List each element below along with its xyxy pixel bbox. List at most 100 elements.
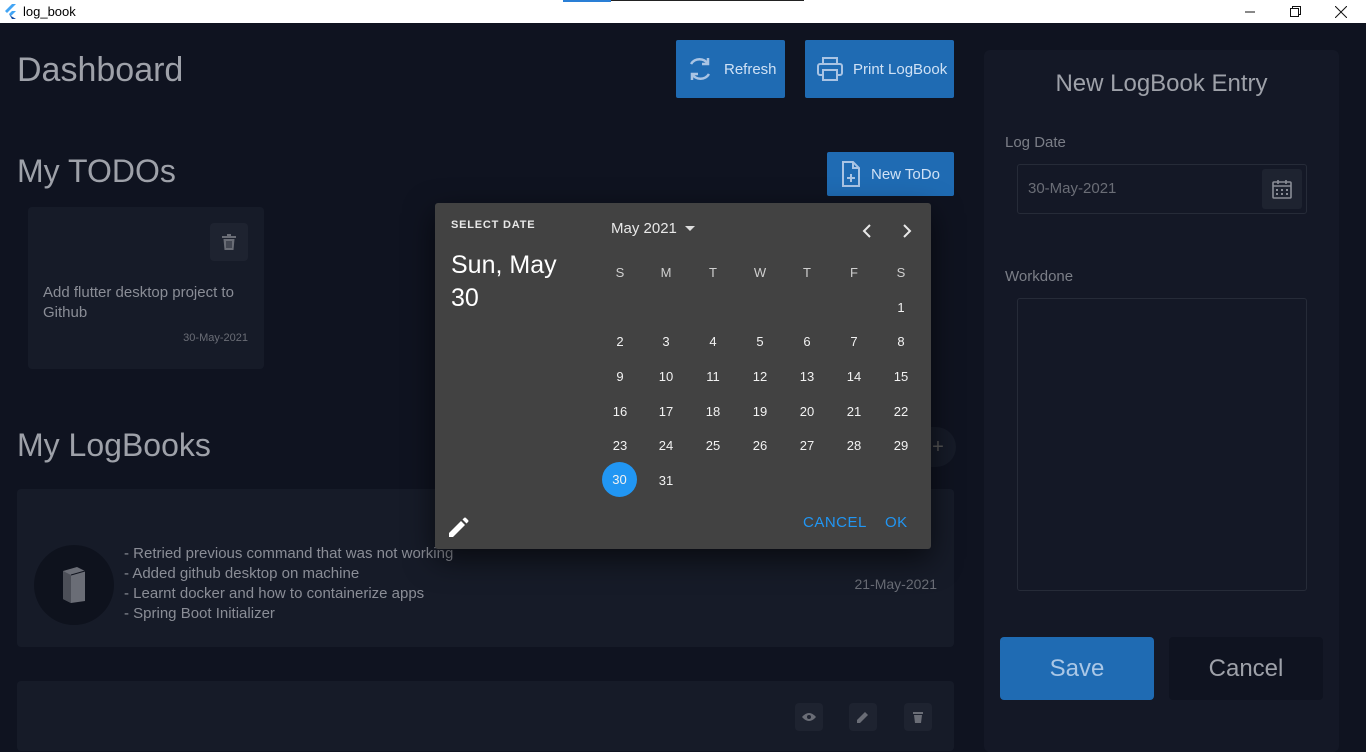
workdone-label: Workdone bbox=[1005, 268, 1074, 285]
date-picker-dialog: SELECT DATE Sun, May 30 May 2021 S M T W T F S… bbox=[435, 203, 931, 549]
calendar-day[interactable]: 18 bbox=[693, 395, 733, 427]
calendar-day[interactable]: 22 bbox=[881, 395, 921, 427]
weekday-header: M bbox=[660, 264, 672, 280]
calendar-day[interactable]: 13 bbox=[787, 360, 827, 392]
open-calendar-button[interactable] bbox=[1262, 169, 1302, 209]
log-date-value: 30-May-2021 bbox=[1028, 180, 1117, 197]
plus-icon: + bbox=[932, 435, 944, 458]
todos-heading: My TODOs bbox=[17, 153, 176, 189]
calendar-day[interactable]: 29 bbox=[881, 429, 921, 461]
calendar-day[interactable]: 16 bbox=[600, 395, 640, 427]
calendar-icon bbox=[1272, 180, 1292, 199]
calendar-day[interactable]: 23 bbox=[600, 429, 640, 461]
calendar-day[interactable]: 4 bbox=[693, 325, 733, 357]
minimize-button[interactable] bbox=[1227, 0, 1273, 23]
selected-date-display: Sun, May 30 bbox=[451, 251, 557, 312]
print-logbook-button[interactable]: Print LogBook bbox=[805, 40, 954, 98]
calendar-day[interactable]: 3 bbox=[646, 325, 686, 357]
book-icon bbox=[63, 567, 86, 603]
calendar-day[interactable]: 28 bbox=[834, 429, 874, 461]
calendar-day[interactable]: 6 bbox=[787, 325, 827, 357]
calendar-day[interactable]: 24 bbox=[646, 429, 686, 461]
save-button[interactable]: Save bbox=[1000, 637, 1154, 700]
window-titlebar: log_book bbox=[0, 0, 1366, 23]
edit-logbook-button[interactable] bbox=[849, 703, 877, 731]
print-logbook-label: Print LogBook bbox=[853, 60, 948, 78]
todo-text: Add flutter desktop project to Github bbox=[43, 284, 234, 321]
calendar-day[interactable]: 19 bbox=[740, 395, 780, 427]
month-year-selector[interactable]: May 2021 bbox=[611, 220, 695, 237]
weekday-header: S bbox=[896, 264, 906, 280]
workdone-input[interactable] bbox=[1017, 298, 1307, 591]
select-date-label: SELECT DATE bbox=[451, 219, 536, 231]
calendar-day[interactable]: 21 bbox=[834, 395, 874, 427]
printer-icon bbox=[817, 57, 843, 81]
new-file-icon bbox=[842, 161, 860, 187]
logbook-date: 21-May-2021 bbox=[854, 576, 938, 592]
logbook-line: - Spring Boot Initializer bbox=[124, 605, 275, 622]
calendar-day[interactable]: 7 bbox=[834, 325, 874, 357]
calendar-day[interactable]: 2 bbox=[600, 325, 640, 357]
picker-ok-button[interactable]: OK bbox=[885, 514, 908, 531]
calendar-day[interactable]: 15 bbox=[881, 360, 921, 392]
close-window-button[interactable] bbox=[1318, 0, 1364, 23]
calendar-day[interactable]: 14 bbox=[834, 360, 874, 392]
delete-todo-button[interactable] bbox=[210, 223, 248, 261]
minimize-icon bbox=[1245, 11, 1255, 12]
panel-title: New LogBook Entry bbox=[1055, 70, 1268, 97]
weekday-header: T bbox=[709, 264, 717, 280]
page-title: Dashboard bbox=[17, 51, 184, 89]
calendar-day[interactable]: 8 bbox=[881, 325, 921, 357]
calendar-day[interactable]: 17 bbox=[646, 395, 686, 427]
logbook-lines: - Retried previous command that was not … bbox=[124, 544, 453, 624]
log-date-label: Log Date bbox=[1005, 134, 1066, 151]
calendar-day[interactable]: 11 bbox=[693, 360, 733, 392]
calendar-day-selected[interactable]: 30 bbox=[602, 462, 637, 497]
weekday-header: T bbox=[803, 264, 811, 280]
window-title: log_book bbox=[23, 4, 76, 19]
trash-icon bbox=[222, 234, 236, 250]
calendar-day[interactable]: 26 bbox=[740, 429, 780, 461]
calendar-day[interactable]: 5 bbox=[740, 325, 780, 357]
weekday-header: S bbox=[615, 264, 625, 280]
refresh-label: Refresh bbox=[724, 60, 777, 78]
close-icon bbox=[1335, 5, 1347, 18]
weekday-header: F bbox=[850, 264, 858, 280]
refresh-icon bbox=[689, 58, 711, 80]
calendar-day[interactable]: 27 bbox=[787, 429, 827, 461]
calendar-day[interactable]: 12 bbox=[740, 360, 780, 392]
eye-icon bbox=[802, 713, 816, 721]
cancel-button[interactable]: Cancel bbox=[1169, 637, 1323, 700]
chevron-right-icon bbox=[903, 224, 912, 238]
month-year-label: May 2021 bbox=[611, 220, 677, 237]
previous-month-button[interactable] bbox=[855, 219, 879, 243]
view-logbook-button[interactable] bbox=[795, 703, 823, 731]
pencil-icon bbox=[857, 712, 868, 723]
logbook-line: - Learnt docker and how to containerize … bbox=[124, 585, 425, 602]
calendar-day[interactable]: 25 bbox=[693, 429, 733, 461]
calendar-day[interactable]: 10 bbox=[646, 360, 686, 392]
calendar-day[interactable]: 9 bbox=[600, 360, 640, 392]
restore-icon bbox=[1289, 6, 1301, 17]
delete-logbook-button[interactable] bbox=[904, 703, 932, 731]
trash-icon bbox=[913, 712, 923, 723]
calendar-day[interactable]: 20 bbox=[787, 395, 827, 427]
todo-card[interactable]: Add flutter desktop project to Github 30… bbox=[28, 207, 264, 369]
picker-cancel-button[interactable]: CANCEL bbox=[803, 514, 867, 531]
logbook-card[interactable] bbox=[17, 681, 954, 751]
weekday-header: W bbox=[753, 264, 767, 280]
chevron-left-icon bbox=[862, 224, 871, 238]
calendar-day[interactable]: 31 bbox=[646, 464, 686, 496]
calendar-day[interactable]: 1 bbox=[881, 291, 921, 323]
logbook-line: - Added github desktop on machine bbox=[124, 565, 360, 582]
new-todo-button[interactable]: New ToDo bbox=[827, 152, 954, 196]
log-date-field[interactable]: 30-May-2021 bbox=[1017, 164, 1307, 214]
edit-input-mode-icon[interactable] bbox=[447, 517, 469, 539]
new-todo-label: New ToDo bbox=[871, 165, 940, 183]
next-month-button[interactable] bbox=[895, 219, 919, 243]
caret-down-icon bbox=[684, 226, 695, 231]
restore-button[interactable] bbox=[1272, 0, 1318, 23]
refresh-button[interactable]: Refresh bbox=[676, 40, 785, 98]
flutter-logo-icon bbox=[5, 4, 16, 19]
todo-date: 30-May-2021 bbox=[183, 332, 248, 344]
